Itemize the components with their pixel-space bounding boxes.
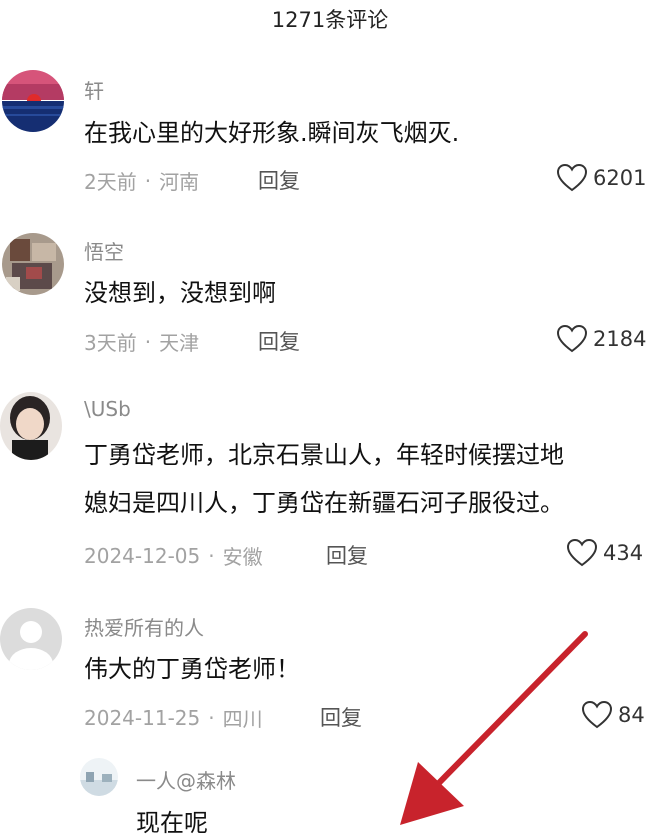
separator-dot: · bbox=[144, 168, 152, 193]
comment-text-line: 媳妇是四川人，丁勇岱在新疆石河子服役过。 bbox=[84, 489, 564, 517]
user-avatar[interactable] bbox=[80, 758, 118, 796]
reply-button[interactable]: 回复 bbox=[326, 540, 368, 570]
comment-username: \USb bbox=[84, 397, 131, 421]
reply-button[interactable]: 回复 bbox=[258, 165, 300, 195]
user-avatar[interactable] bbox=[2, 233, 64, 295]
sub-reply-text: 现在呢 bbox=[136, 809, 208, 837]
comment-username: 轩 bbox=[84, 79, 104, 103]
reply-button[interactable]: 回复 bbox=[320, 702, 362, 732]
like-count: 6201 bbox=[593, 166, 647, 190]
comment-time: 2天前 bbox=[84, 170, 137, 194]
comment-text-line: 丁勇岱老师，北京石景山人，年轻时候摆过地 bbox=[84, 441, 564, 469]
comment-location: 河南 bbox=[159, 170, 200, 194]
separator-dot: · bbox=[208, 543, 215, 568]
heart-icon bbox=[557, 325, 587, 353]
heart-icon bbox=[557, 164, 587, 192]
comment-count-title: 1271条评论 bbox=[271, 8, 389, 32]
comment-text: 没想到，没想到啊 bbox=[84, 279, 276, 307]
comment-meta: 2天前 · 河南 bbox=[84, 166, 199, 195]
comment-meta: 2024-12-05 · 安徽 bbox=[84, 541, 263, 570]
comment-location: 天津 bbox=[159, 331, 200, 355]
user-avatar[interactable] bbox=[0, 608, 62, 670]
comment-location: 四川 bbox=[222, 707, 263, 731]
like-button[interactable]: 2184 bbox=[557, 325, 646, 353]
comment-username: 热爱所有的人 bbox=[84, 616, 204, 640]
user-avatar[interactable] bbox=[2, 70, 64, 132]
separator-dot: · bbox=[144, 329, 152, 354]
user-avatar[interactable] bbox=[0, 392, 62, 460]
comment-time: 2024-12-05 bbox=[84, 543, 201, 568]
comment-text: 在我心里的大好形象.瞬间灰飞烟灭. bbox=[84, 119, 460, 147]
reply-button[interactable]: 回复 bbox=[258, 326, 300, 356]
separator-dot: · bbox=[208, 705, 215, 730]
comment-meta: 2024-11-25 · 四川 bbox=[84, 703, 263, 732]
comment-time: 2024-11-25 bbox=[84, 705, 201, 730]
like-count: 84 bbox=[618, 703, 645, 727]
comment-username: 悟空 bbox=[84, 240, 124, 264]
comment-text: 伟大的丁勇岱老师！ bbox=[84, 655, 300, 683]
like-button[interactable]: 6201 bbox=[557, 164, 646, 192]
annotation-arrow-icon bbox=[400, 631, 588, 825]
comment-meta: 3天前 · 天津 bbox=[84, 327, 199, 356]
comments-panel: 1271条评论 轩 在我心里的大好形象.瞬间灰飞烟灭. 2天前 · 河南 回复 … bbox=[0, 0, 660, 840]
heart-icon bbox=[567, 539, 597, 567]
comment-location: 安徽 bbox=[222, 545, 263, 569]
like-button[interactable]: 434 bbox=[567, 539, 643, 567]
like-count: 434 bbox=[603, 541, 644, 565]
sub-reply-username: 一人@森林 bbox=[136, 769, 236, 793]
comment-time: 3天前 bbox=[84, 331, 137, 355]
like-count: 2184 bbox=[593, 327, 647, 351]
